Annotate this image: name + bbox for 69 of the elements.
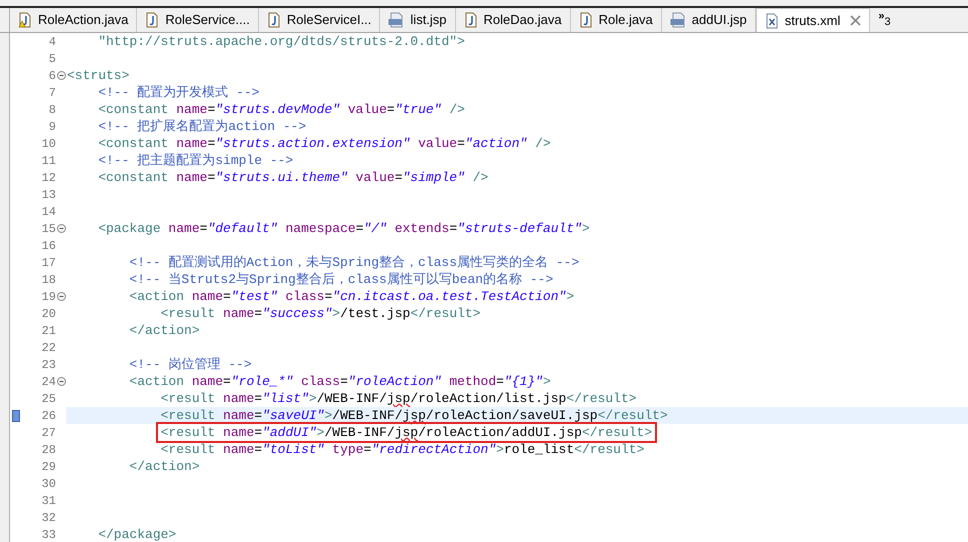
line-number: 33 [40, 528, 56, 540]
code-line: <!-- 岗位管理 --> [128, 356, 252, 374]
line-number: 23 [40, 358, 56, 370]
overflow-tabs-button[interactable]: »3 [870, 8, 891, 32]
file-icon [266, 12, 281, 28]
file-warning-icon [18, 12, 32, 28]
file-icon [388, 12, 404, 28]
collapse-icon[interactable] [56, 377, 66, 386]
collapse-icon[interactable] [56, 224, 66, 233]
code-line: <!-- 把主题配置为simple --> [97, 152, 294, 170]
line-number: 15 [40, 222, 56, 234]
line-number: 11 [40, 154, 56, 166]
code-line: "http://struts.apache.org/dtds/struts-2.0.dtd"> [97, 33, 465, 51]
code-line: <action name="role_*" class="roleAction" method="{1}"> [128, 372, 551, 391]
line-number: 29 [40, 460, 56, 472]
line-number: 32 [40, 512, 56, 524]
line-number: 28 [40, 444, 56, 456]
editor-tab[interactable]: struts.xml [756, 8, 870, 32]
code-line: </package> [97, 526, 176, 542]
line-number: 12 [40, 172, 56, 184]
line-number: 7 [48, 86, 56, 98]
editor-tab[interactable]: Role.java [570, 8, 662, 32]
line-number: 14 [40, 206, 56, 218]
editor-tab[interactable]: RoleDao.java [456, 8, 571, 32]
line-number: 22 [40, 342, 56, 354]
file-icon [764, 12, 779, 28]
line-number: 16 [40, 240, 56, 252]
line-number: 21 [40, 324, 56, 336]
code-line: <result name="success">/test.jsp</result> [160, 304, 481, 323]
code-line: <result name="toList" type="redirectAction">role_list</result> [160, 440, 644, 459]
code-line: </action> [128, 322, 200, 340]
code-line: <action name="test" class="cn.itcast.oa.test.TestAction"> [128, 288, 574, 306]
code-line: <constant name="struts.devMode" value="true" /> [97, 100, 465, 119]
line-number: 6 [48, 70, 56, 82]
line-number: 25 [40, 392, 56, 404]
code-line: </action> [128, 458, 200, 476]
code-line: <!-- 配置测试用的Action，未与Spring整合，class属性写类的全名 --> [128, 254, 580, 272]
code-line: <result name="list">/WEB-INF/jsp/roleAction/list.jsp</result> [160, 390, 637, 408]
collapse-icon[interactable] [56, 71, 66, 80]
collapse-icon[interactable] [56, 292, 66, 301]
line-number: 27 [40, 426, 56, 438]
file-icon [670, 12, 686, 28]
file-icon [578, 12, 593, 28]
code-line: <!-- 当Struts2与Spring整合后，class属性可以写bean的名称 --> [128, 270, 554, 289]
line-number: 13 [40, 188, 56, 200]
code-line: <result name="addUI">/WEB-INF/jsp/roleAction/addUI.jsp</result> [160, 424, 652, 442]
line-number: 24 [40, 376, 56, 388]
line-number: 17 [40, 256, 56, 268]
code-line: <struts> [67, 66, 130, 85]
file-icon [464, 12, 478, 28]
line-number: 30 [40, 478, 56, 490]
file-icon [145, 12, 160, 28]
line-number: 20 [40, 308, 56, 320]
close-icon[interactable] [850, 15, 862, 26]
code-line: <package name="default" namespace="/" extends="struts-default"> [97, 220, 590, 238]
line-number: 26 [40, 410, 56, 422]
code-line: <!-- 配置为开发模式 --> [97, 84, 260, 102]
line-number: 31 [40, 494, 56, 506]
code-line: <result name="saveUI">/WEB-INF/jsp/roleAction/saveUI.jsp</result> [160, 406, 668, 425]
code-line: <constant name="struts.action.extension" value="action" /> [97, 134, 551, 153]
code-line: <!-- 把扩展名配置为action --> [97, 118, 306, 136]
line-number: 19 [40, 290, 56, 302]
line-number: 10 [40, 138, 56, 150]
line-number: 5 [48, 52, 56, 64]
code-line: <constant name="struts.ui.theme" value="simple" /> [97, 168, 488, 187]
line-number: 4 [48, 36, 56, 48]
line-number: 9 [48, 120, 56, 132]
line-number: 8 [48, 104, 56, 116]
line-number: 18 [40, 274, 56, 286]
